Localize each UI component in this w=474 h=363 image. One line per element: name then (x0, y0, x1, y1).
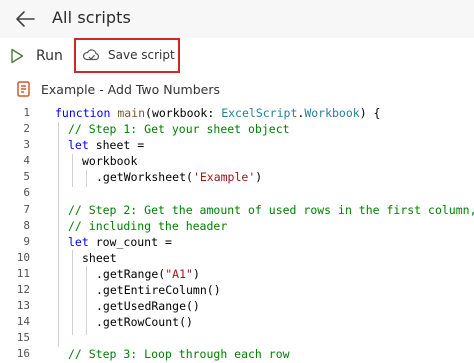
code-line: 4 workbook (0, 153, 474, 169)
code-line: 1 function main(workbook: ExcelScript.Wor… (0, 105, 474, 121)
code-line: 14 .getRowCount() (0, 314, 474, 330)
code-text: // including the header (68, 218, 228, 233)
line-number: 2 (23, 122, 30, 136)
code-text: .getUsedRange() (96, 299, 200, 314)
save-script-label: Save script (108, 48, 175, 62)
line-number: 14 (16, 315, 30, 329)
line-number: 3 (23, 138, 30, 152)
code-line: 3 let sheet = (0, 137, 474, 153)
code-text: let row_count = (68, 234, 172, 249)
code-line: 13 .getUsedRange() (0, 298, 474, 314)
code-text: sheet (82, 250, 117, 265)
line-number: 5 (23, 170, 30, 184)
code-text: // Step 2: Get the amount of used rows i… (68, 202, 474, 217)
code-line: 10 sheet (0, 250, 474, 266)
run-label: Run (36, 48, 63, 64)
code-text: workbook (82, 154, 138, 169)
line-number: 8 (23, 218, 30, 232)
code-text: // Step 1: Get your sheet object (68, 122, 290, 137)
play-icon (11, 48, 24, 64)
toolbar (0, 38, 474, 76)
code-line: 6 (0, 185, 474, 201)
code-text: .getWorksheet('Example') (96, 170, 263, 185)
line-number: 15 (16, 331, 30, 345)
code-line: 11 .getRange("A1") (0, 266, 474, 282)
code-text: .getEntireColumn() (96, 283, 221, 298)
line-number: 11 (16, 266, 30, 280)
script-file-icon (17, 81, 30, 97)
code-text: function main(workbook: ExcelScript.Work… (55, 106, 381, 120)
line-number: 16 (16, 347, 30, 361)
line-number: 10 (16, 250, 30, 264)
code-line: 16 // Step 3: Loop through each row (0, 346, 474, 362)
line-number: 13 (16, 299, 30, 313)
code-text: .getRange("A1") (96, 266, 200, 281)
save-script-button[interactable]: Save script (82, 44, 175, 66)
header-bar: All scripts (0, 0, 474, 38)
code-text: .getRowCount() (96, 315, 193, 330)
line-number: 9 (23, 234, 30, 248)
back-arrow-icon[interactable] (14, 9, 36, 29)
run-button[interactable]: Run (10, 44, 63, 68)
code-text: let sheet = (68, 138, 145, 153)
code-line: 15 (0, 330, 474, 346)
page-title: All scripts (52, 8, 131, 27)
script-title-row: Example - Add Two Numbers (0, 79, 474, 99)
line-number: 4 (23, 154, 30, 168)
code-line: 2 // Step 1: Get your sheet object (0, 121, 474, 137)
code-editor[interactable]: 1 function main(workbook: ExcelScript.Wor… (0, 105, 474, 363)
code-line: 9 let row_count = (0, 234, 474, 250)
code-text: // Step 3: Loop through each row (68, 347, 290, 362)
line-number: 1 (23, 106, 30, 119)
line-number: 12 (16, 283, 30, 297)
line-number: 6 (23, 186, 30, 200)
line-number: 7 (23, 202, 30, 216)
cloud-save-icon (83, 49, 100, 61)
code-line: 12 .getEntireColumn() (0, 282, 474, 298)
code-line: 7 // Step 2: Get the amount of used rows … (0, 202, 474, 218)
script-name: Example - Add Two Numbers (41, 81, 220, 97)
code-line: 5 .getWorksheet('Example') (0, 169, 474, 185)
code-line: 8 // including the header (0, 218, 474, 234)
